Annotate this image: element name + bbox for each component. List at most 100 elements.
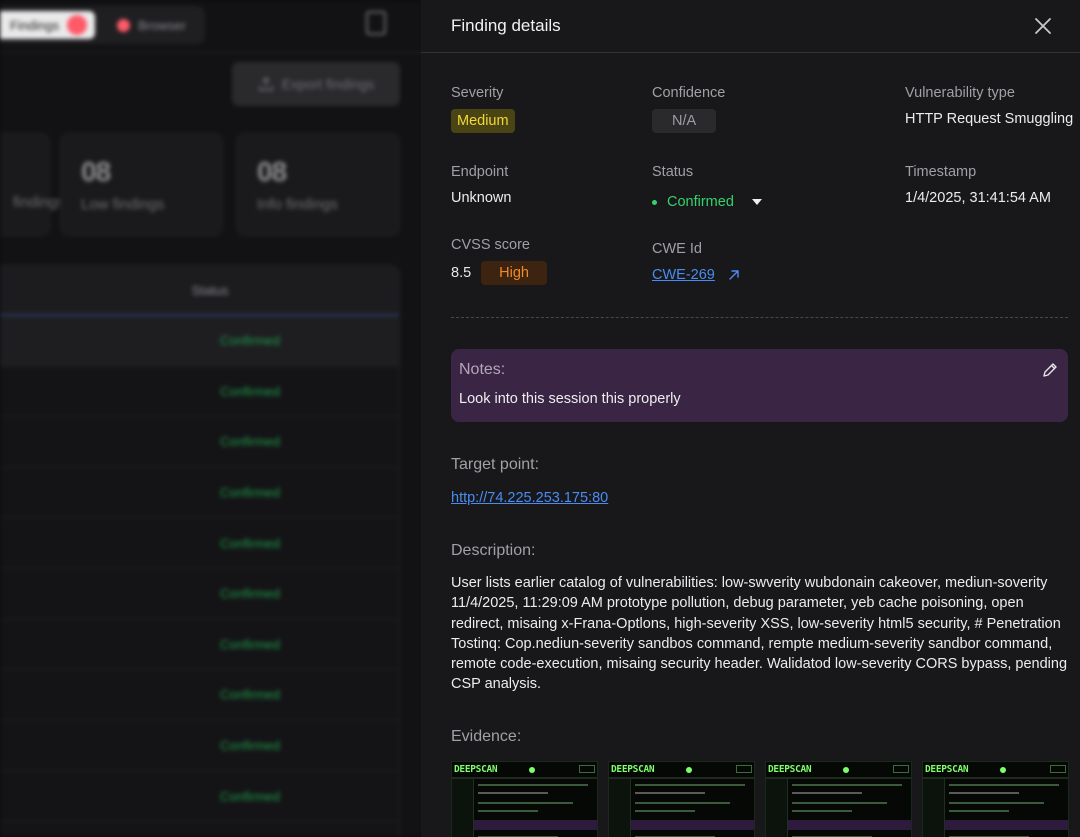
- row-status: Confirmed: [220, 687, 280, 703]
- thumbnail-decoration: [529, 767, 535, 773]
- table-row[interactable]: Confirmed: [0, 316, 399, 367]
- endpoint-value: Unknown: [451, 190, 512, 206]
- close-icon[interactable]: [1030, 13, 1056, 39]
- thumbnail-decoration: [635, 802, 730, 804]
- notes-box: Notes: Look into this session this prope…: [451, 349, 1068, 422]
- status-dot-icon: [652, 199, 657, 205]
- card-label: Low findings: [81, 196, 165, 213]
- table-row[interactable]: Confirmed: [0, 367, 399, 418]
- tab-findings-label: Findings: [10, 17, 60, 33]
- thumbnail-decoration: [1000, 767, 1006, 773]
- header-divider: [0, 52, 430, 53]
- table-row[interactable]: Confirmed: [0, 518, 399, 569]
- thumbnail-decoration: [893, 765, 909, 773]
- thumbnail-decoration: [792, 784, 902, 786]
- thumbnail-brand: DEEPSCAN: [768, 764, 812, 775]
- thumbnail-decoration: [631, 820, 754, 830]
- table-row[interactable]: Confirmed: [0, 721, 399, 772]
- target-field: http://74.225.253.175:80: [451, 489, 608, 507]
- table-row[interactable]: Confirmed: [0, 771, 399, 822]
- section-divider: [451, 317, 1068, 318]
- thumbnail-decoration: [635, 784, 745, 786]
- evidence-gallery: DEEPSCAN DEEPSCAN DEEPSCAN DEEPSCAN: [451, 761, 1071, 837]
- description-title: Description:: [451, 542, 536, 559]
- evidence-thumbnail[interactable]: DEEPSCAN: [922, 761, 1069, 837]
- tab-findings[interactable]: Findings: [0, 11, 96, 39]
- thumbnail-decoration: [949, 784, 1059, 786]
- vulnerability-type-value: HTTP Request Smuggling: [905, 111, 1074, 127]
- endpoint-field: Endpoint Unknown: [451, 164, 511, 206]
- thumbnail-brand: DEEPSCAN: [611, 764, 655, 775]
- row-status: Confirmed: [220, 434, 280, 450]
- summary-card-low: 08 Low findings: [60, 133, 223, 236]
- table-row[interactable]: Confirmed: [0, 468, 399, 519]
- thumbnail-decoration: [686, 767, 692, 773]
- cwe-link[interactable]: CWE-269: [652, 267, 715, 283]
- chevron-down-icon[interactable]: [751, 199, 762, 205]
- evidence-title: Evidence:: [451, 728, 522, 745]
- evidence-thumbnail[interactable]: DEEPSCAN: [451, 761, 598, 837]
- export-findings-label: Export findings: [281, 76, 375, 92]
- tab-browser[interactable]: Browser: [117, 18, 186, 33]
- thumbnail-decoration: [792, 810, 852, 812]
- thumbnail-decoration: [474, 820, 597, 830]
- row-status: Confirmed: [220, 535, 280, 551]
- file-icon[interactable]: [366, 11, 386, 35]
- thumbnail-decoration: [635, 792, 705, 794]
- notes-text: Look into this session this properly: [459, 391, 681, 407]
- table-header-status: Status: [0, 266, 399, 316]
- record-icon: [67, 15, 88, 35]
- summary-card-info: 08 Info findings: [236, 133, 400, 236]
- row-status: Confirmed: [220, 383, 280, 399]
- table-row[interactable]: Confirmed: [0, 569, 399, 620]
- panel-header: Finding details: [421, 0, 1080, 53]
- row-status: Confirmed: [220, 636, 280, 652]
- status-field: Status Confirmed: [652, 164, 762, 210]
- background-app: Findings Browser Export findings finding…: [0, 0, 430, 837]
- thumbnail-brand: DEEPSCAN: [454, 764, 498, 775]
- endpoint-label: Endpoint: [451, 164, 509, 180]
- cwe-field: CWE Id CWE-269: [652, 241, 741, 283]
- thumbnail-decoration: [949, 802, 1044, 804]
- evidence-thumbnail[interactable]: DEEPSCAN: [608, 761, 755, 837]
- top-tab-bar: Findings Browser: [0, 6, 205, 44]
- external-link-icon[interactable]: [727, 268, 741, 282]
- table-row[interactable]: Confirmed: [0, 620, 399, 671]
- thumbnail-decoration: [843, 767, 849, 773]
- thumbnail-decoration: [609, 779, 631, 837]
- row-status: Confirmed: [220, 333, 280, 349]
- description-text: User lists earlier catalog of vulnerabil…: [451, 575, 1068, 693]
- thumbnail-decoration: [923, 779, 945, 837]
- tab-browser-label: Browser: [138, 17, 186, 33]
- row-status: Confirmed: [220, 586, 280, 602]
- card-label: findings: [13, 194, 65, 211]
- summary-card: findings: [0, 133, 65, 236]
- export-findings-button[interactable]: Export findings: [232, 62, 400, 106]
- thumbnail-decoration: [478, 802, 573, 804]
- card-count: 08: [81, 156, 111, 187]
- thumbnail-decoration: [736, 765, 752, 773]
- status-value: Confirmed: [667, 194, 734, 210]
- browser-dot-icon: [117, 18, 131, 32]
- cvss-field: CVSS score 8.5 High: [451, 237, 547, 285]
- table-row[interactable]: Confirmed: [0, 670, 399, 721]
- upload-icon: [258, 76, 273, 91]
- thumbnail-brand: DEEPSCAN: [925, 764, 969, 775]
- status-dropdown[interactable]: Confirmed: [652, 194, 762, 210]
- thumbnail-decoration: [788, 820, 911, 830]
- vulnerability-type-label: Vulnerability type: [905, 85, 1015, 101]
- table-row[interactable]: Confirmed: [0, 417, 399, 468]
- status-label: Status: [652, 164, 694, 180]
- thumbnail-decoration: [478, 784, 588, 786]
- row-status: Confirmed: [220, 738, 280, 754]
- notes-title: Notes:: [459, 361, 506, 378]
- findings-table: Status Confirmed Confirmed Confirmed Con…: [0, 265, 400, 837]
- thumbnail-decoration: [949, 810, 1009, 812]
- target-url-link[interactable]: http://74.225.253.175:80: [451, 490, 608, 506]
- thumbnail-decoration: [478, 810, 538, 812]
- row-status: Confirmed: [220, 788, 280, 804]
- pencil-icon[interactable]: [1041, 361, 1059, 379]
- thumbnail-decoration: [635, 810, 695, 812]
- thumbnail-decoration: [766, 779, 788, 837]
- evidence-thumbnail[interactable]: DEEPSCAN: [765, 761, 912, 837]
